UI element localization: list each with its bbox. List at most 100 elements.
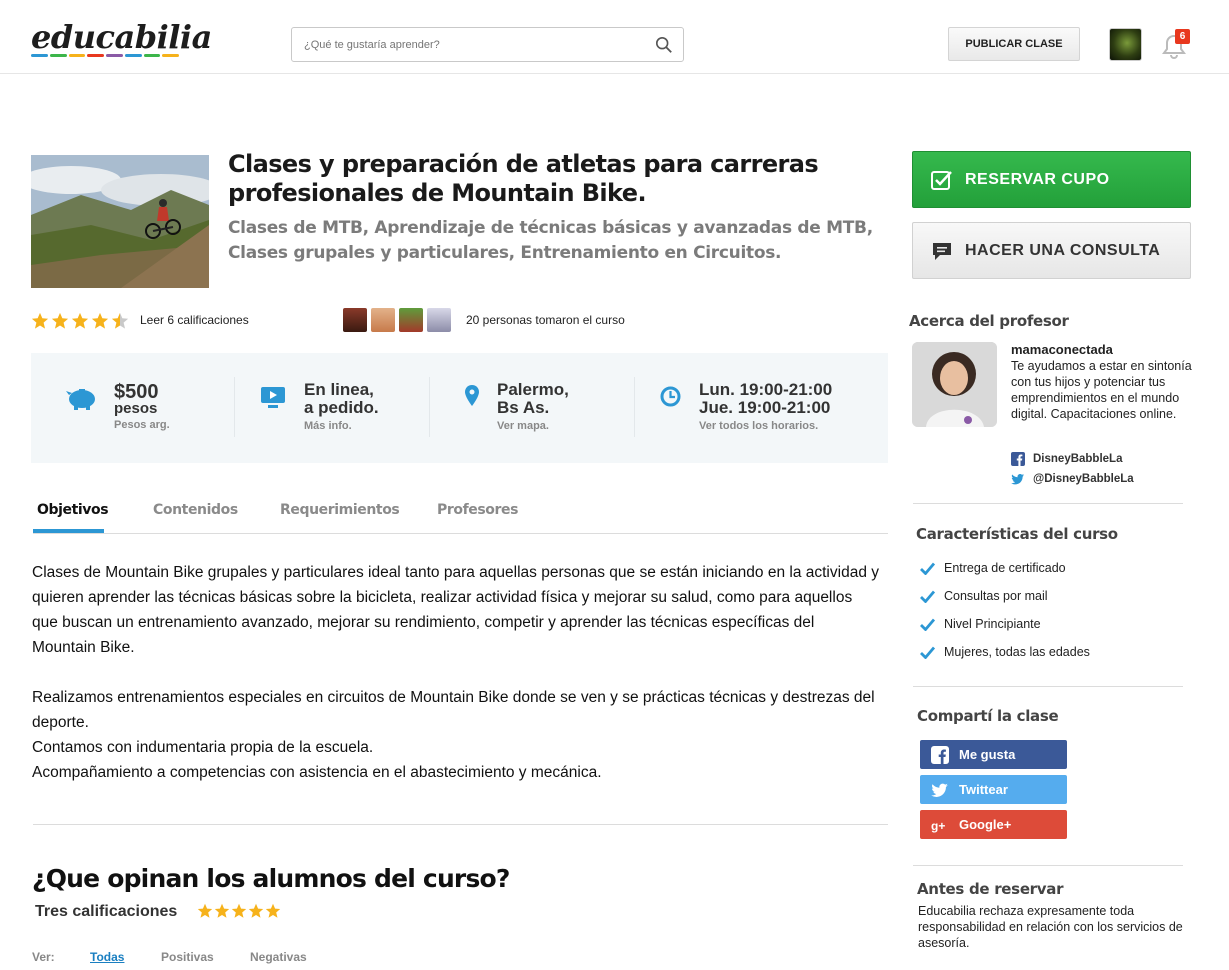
- tab-requerimientos[interactable]: Requerimientos: [280, 502, 400, 518]
- student-avatar[interactable]: [371, 308, 395, 332]
- before-reserve-title: Antes de reservar: [917, 880, 1064, 898]
- price-unit: pesos: [114, 400, 158, 417]
- chat-bubble-icon: [933, 243, 951, 260]
- piggy-bank-icon: [66, 389, 95, 410]
- filter-negative[interactable]: Negativas: [250, 950, 307, 964]
- logo-color-segment: [106, 54, 123, 57]
- place-info: Palermo, Bs As. Ver mapa.: [497, 381, 569, 433]
- schedule-line-1: Lun. 19:00-21:00: [699, 380, 833, 399]
- google-plus-button[interactable]: g+ Google+: [920, 810, 1067, 839]
- course-title: Clases y preparación de atletas para car…: [228, 150, 819, 207]
- check-icon: [920, 562, 935, 575]
- google-plus-label: Google+: [959, 817, 1012, 832]
- info-divider: [634, 377, 635, 437]
- check-icon: [920, 590, 935, 603]
- sidebar-divider: [913, 865, 1183, 866]
- students-avatars: [343, 308, 451, 332]
- reviews-stars: [197, 903, 282, 924]
- logo-color-segment: [49, 54, 67, 57]
- course-description: Clases de Mountain Bike grupales y parti…: [32, 560, 882, 785]
- tab-objetivos[interactable]: Objetivos: [37, 502, 109, 518]
- search-input[interactable]: [292, 28, 632, 61]
- star-icon: [71, 312, 89, 330]
- description-paragraph: Clases de Mountain Bike grupales y parti…: [32, 564, 879, 656]
- reserve-label: RESERVAR CUPO: [965, 171, 1110, 188]
- teacher-name[interactable]: mamaconectada: [1011, 342, 1113, 357]
- top-header: educabilia PUBLICAR CLASE 6: [0, 0, 1229, 74]
- sidebar-divider: [913, 686, 1183, 687]
- section-divider: [33, 824, 888, 825]
- logo-color-segment: [143, 54, 161, 57]
- course-tabs: Objetivos Contenidos Requerimientos Prof…: [33, 498, 888, 534]
- course-feature-item: Consultas por mail: [920, 589, 1048, 603]
- mode-more-info-link[interactable]: Más info.: [304, 420, 379, 432]
- publish-class-button[interactable]: PUBLICAR CLASE: [948, 27, 1080, 61]
- schedule-line-2: Jue. 19:00-21:00: [699, 398, 831, 417]
- star-icon: [214, 903, 231, 924]
- feature-label: Mujeres, todas las edades: [944, 645, 1090, 659]
- logo-color-segment: [31, 54, 48, 57]
- place-line-2: Bs As.: [497, 398, 550, 417]
- student-avatar[interactable]: [427, 308, 451, 332]
- notification-badge: 6: [1175, 29, 1190, 44]
- facebook-like-label: Me gusta: [959, 747, 1016, 762]
- svg-text:g+: g+: [931, 819, 945, 833]
- location-pin-icon: [465, 385, 479, 406]
- active-tab-indicator: [33, 529, 104, 533]
- description-paragraph: Contamos con indumentaria propia de la e…: [32, 739, 374, 756]
- search-icon[interactable]: [655, 36, 673, 54]
- logo-color-bar: [31, 54, 179, 58]
- teacher-facebook[interactable]: DisneyBabbleLa: [1011, 452, 1122, 466]
- facebook-like-button[interactable]: Me gusta: [920, 740, 1067, 769]
- mode-info: En linea, a pedido. Más info.: [304, 380, 379, 433]
- info-divider: [429, 377, 430, 437]
- star-icon: [248, 903, 265, 924]
- filter-label: Ver:: [32, 950, 55, 964]
- before-reserve-text: Educabilia rechaza expresamente toda res…: [918, 904, 1183, 950]
- logo[interactable]: educabilia: [31, 20, 212, 54]
- twitter-share-button[interactable]: Twittear: [920, 775, 1067, 804]
- search-box[interactable]: [291, 27, 684, 62]
- consult-button[interactable]: HACER UNA CONSULTA: [912, 222, 1191, 279]
- tab-contenidos[interactable]: Contenidos: [153, 502, 238, 518]
- students-count: 20 personas tomaron el curso: [466, 313, 625, 327]
- star-icon: [31, 312, 49, 330]
- feature-label: Nivel Principiante: [944, 617, 1041, 631]
- twitter-icon: [1011, 474, 1024, 485]
- teacher-twitter[interactable]: @DisneyBabbleLa: [1011, 472, 1134, 486]
- star-icon: [111, 312, 129, 330]
- tab-profesores[interactable]: Profesores: [437, 502, 518, 518]
- feature-label: Entrega de certificado: [944, 561, 1066, 575]
- star-icon: [197, 903, 214, 924]
- logo-color-segment: [87, 54, 104, 57]
- user-avatar[interactable]: [1109, 28, 1142, 61]
- schedule-info: Lun. 19:00-21:00 Jue. 19:00-21:00 Ver to…: [699, 380, 833, 433]
- course-image: [31, 155, 209, 288]
- consult-label: HACER UNA CONSULTA: [965, 242, 1161, 259]
- star-icon: [231, 903, 248, 924]
- reserve-button[interactable]: RESERVAR CUPO: [912, 151, 1191, 208]
- mode-line-2: a pedido.: [304, 398, 379, 417]
- student-avatar[interactable]: [399, 308, 423, 332]
- read-ratings-link[interactable]: Leer 6 calificaciones: [140, 313, 249, 327]
- reviews-title: ¿Que opinan los alumnos del curso?: [32, 864, 510, 893]
- sidebar-divider: [913, 503, 1183, 504]
- reviews-subtitle: Tres calificaciones: [35, 903, 178, 920]
- teacher-photo[interactable]: [912, 342, 997, 427]
- checkbox-check-icon: [931, 171, 952, 190]
- clock-icon: [660, 386, 681, 407]
- all-schedules-link[interactable]: Ver todos los horarios.: [699, 420, 832, 432]
- course-feature-item: Entrega de certificado: [920, 561, 1066, 575]
- logo-color-segment: [124, 54, 142, 57]
- twitter-icon: [931, 783, 948, 797]
- twitter-share-label: Twittear: [959, 782, 1008, 797]
- student-avatar[interactable]: [343, 308, 367, 332]
- features-title: Características del curso: [916, 525, 1118, 543]
- view-map-link[interactable]: Ver mapa.: [497, 420, 569, 432]
- course-rating-stars: [31, 310, 131, 332]
- mode-line-1: En linea,: [304, 380, 374, 399]
- filter-all[interactable]: Todas: [90, 950, 124, 964]
- info-divider: [234, 377, 235, 437]
- filter-positive[interactable]: Positivas: [161, 950, 214, 964]
- price-value: $500: [114, 381, 159, 403]
